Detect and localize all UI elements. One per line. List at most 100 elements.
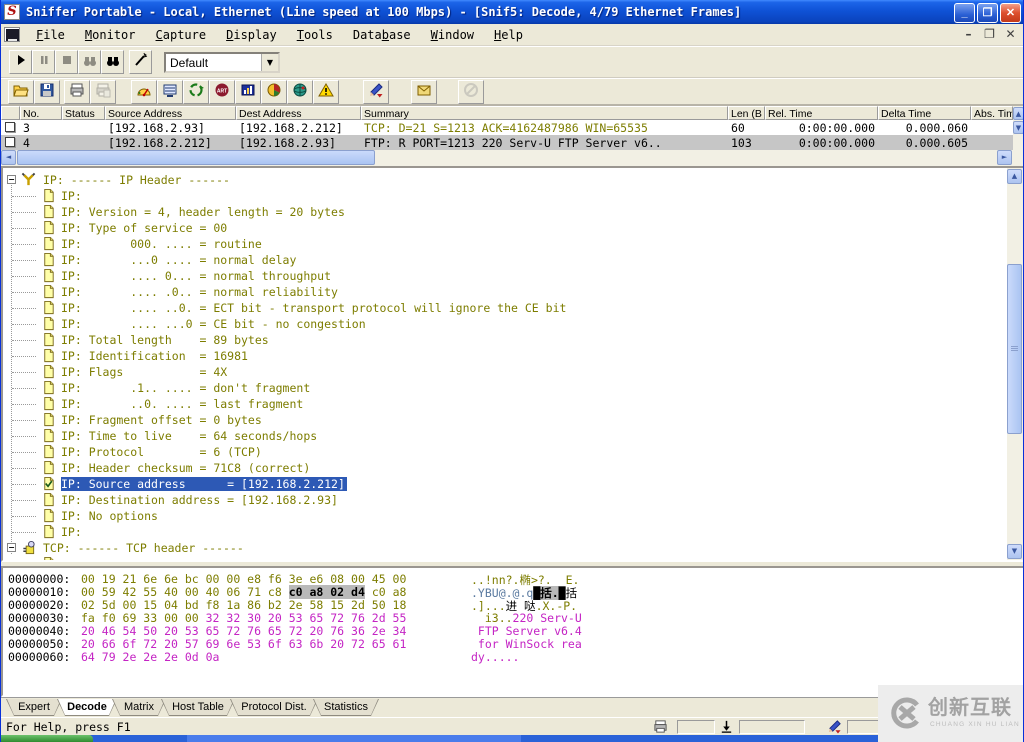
collapse-icon[interactable]: − (7, 543, 16, 552)
tab-decode[interactable]: Decode (57, 699, 117, 716)
column-header-status[interactable]: Status (62, 106, 105, 120)
chevron-down-icon[interactable]: ▼ (261, 54, 278, 71)
alarm-button[interactable] (313, 80, 339, 104)
packet-vscrollbar[interactable]: ▲ ▼ (1013, 106, 1023, 166)
save-file-button[interactable] (34, 80, 60, 104)
hex-row[interactable]: 00000030: fa f0 69 33 00 00 32 32 30 20 5… (3, 611, 1023, 625)
capture-brush-button[interactable] (363, 80, 389, 104)
dashboard-button[interactable] (131, 80, 157, 104)
scroll-left-icon[interactable]: ◄ (1, 150, 16, 165)
tree-line[interactable]: IP: Version = 4, header length = 20 byte… (3, 204, 1003, 220)
tab-protocol-dist-[interactable]: Protocol Dist. (230, 699, 318, 716)
pie-chart-button[interactable] (261, 80, 287, 104)
tree-line[interactable]: − TCP: ------ TCP header ------ (3, 540, 1003, 556)
mdi-minimize-button[interactable]: – (960, 27, 977, 42)
menu-help[interactable]: Help (484, 26, 533, 44)
mail-button[interactable] (411, 80, 437, 104)
hex-row[interactable]: 00000000: 00 19 21 6e 6e bc 00 00 e8 f6 3… (3, 572, 1023, 587)
tree-line[interactable]: IP: .... ..0. = ECT bit - transport prot… (3, 300, 1003, 316)
column-header-summary[interactable]: Summary (361, 106, 728, 120)
restore-button[interactable]: ❐ (977, 3, 998, 23)
hex-row[interactable]: 00000010: 00 59 42 55 40 00 40 06 71 c8 c… (3, 585, 1023, 600)
title-bar[interactable]: S Sniffer Portable - Local, Ethernet (Li… (1, 0, 1023, 24)
tree-line[interactable]: IP: .... 0... = normal throughput (3, 268, 1003, 284)
tab-expert[interactable]: Expert (6, 699, 62, 716)
menu-display[interactable]: Display (216, 26, 287, 44)
open-file-button[interactable] (8, 80, 34, 104)
tree-line[interactable]: IP: .... ...0 = CE bit - no congestion (3, 316, 1003, 332)
minimize-button[interactable]: _ (954, 3, 975, 23)
packet-row-4[interactable]: 4 [192.168.2.212] [192.168.2.93] FTP: R POR… (1, 135, 1013, 150)
tree-line[interactable]: IP: No options (3, 508, 1003, 524)
profile-combobox[interactable]: Default ▼ (164, 52, 280, 73)
menu-file[interactable]: File (26, 26, 75, 44)
hex-row[interactable]: 00000020: 02 5d 00 15 04 bd f8 1a 86 b2 2… (3, 598, 1023, 613)
tab-host-table[interactable]: Host Table (161, 699, 235, 716)
tree-line[interactable]: IP: (3, 524, 1003, 540)
tab-matrix[interactable]: Matrix (112, 699, 166, 716)
column-header-no-[interactable]: No. (20, 106, 62, 120)
column-header-delta-time[interactable]: Delta Time (878, 106, 971, 120)
vscroll-thumb[interactable] (1007, 264, 1022, 434)
tree-line[interactable] (3, 556, 1003, 560)
tree-line[interactable]: IP: Destination address = [192.168.2.93] (3, 492, 1003, 508)
tree-line[interactable]: IP: Protocol = 6 (TCP) (3, 444, 1003, 460)
column-header-select[interactable] (1, 106, 20, 120)
tree-line[interactable]: IP: .... .0.. = normal reliability (3, 284, 1003, 300)
hex-dump-pane[interactable]: 00000000: 00 19 21 6e 6e bc 00 00 e8 f6 3… (1, 566, 1023, 697)
column-header-source-address[interactable]: Source Address (105, 106, 236, 120)
scroll-up-icon[interactable]: ▲ (1013, 107, 1023, 120)
tree-line[interactable]: IP: ...0 .... = normal delay (3, 252, 1003, 268)
host-table-button[interactable] (157, 80, 183, 104)
tree-line[interactable]: IP: 000. .... = routine (3, 236, 1003, 252)
scroll-down-icon[interactable]: ▼ (1007, 544, 1022, 559)
tree-line[interactable]: − IP: ------ IP Header ------ (3, 172, 1003, 188)
tree-line[interactable]: IP: Header checksum = 71C8 (correct) (3, 460, 1003, 476)
column-header-len-b[interactable]: Len (B (728, 106, 765, 120)
column-header-abs-time[interactable]: Abs. Time (971, 106, 1013, 120)
define-filter-button[interactable] (129, 50, 152, 74)
tree-line[interactable]: IP: Time to live = 64 seconds/hops (3, 428, 1003, 444)
tree-line[interactable]: IP: Fragment offset = 0 bytes (3, 412, 1003, 428)
hex-row[interactable]: 00000050: 20 66 6f 72 20 57 69 6e 53 6f 6… (3, 637, 1023, 651)
column-header-rel-time[interactable]: Rel. Time (765, 106, 878, 120)
mdi-close-button[interactable]: ✕ (1002, 27, 1019, 42)
collapse-icon[interactable]: − (7, 175, 16, 184)
menu-window[interactable]: Window (421, 26, 484, 44)
matrix-button[interactable] (183, 80, 209, 104)
tree-line[interactable]: IP: ..0. .... = last fragment (3, 396, 1003, 412)
hscroll-thumb[interactable] (17, 150, 375, 165)
scroll-down-icon[interactable]: ▼ (1013, 121, 1023, 134)
column-header-dest-address[interactable]: Dest Address (236, 106, 361, 120)
menu-database[interactable]: Database (343, 26, 421, 44)
tab-statistics[interactable]: Statistics (313, 699, 379, 716)
document-icon[interactable] (4, 27, 20, 42)
tree-line[interactable]: IP: Type of service = 00 (3, 220, 1003, 236)
tree-line[interactable]: IP: Total length = 89 bytes (3, 332, 1003, 348)
tree-line[interactable]: IP: Flags = 4X (3, 364, 1003, 380)
search-button[interactable] (101, 50, 124, 74)
hex-row[interactable]: 00000040: 20 46 54 50 20 53 65 72 76 65 7… (3, 624, 1023, 638)
frame-checkbox[interactable] (5, 137, 15, 147)
packet-row-3[interactable]: 3 [192.168.2.93] [192.168.2.212] TCP: D=21 … (1, 120, 1013, 135)
mdi-restore-button[interactable]: ❐ (981, 27, 998, 42)
menu-monitor[interactable]: Monitor (75, 26, 146, 44)
globe-button[interactable] (287, 80, 313, 104)
tree-line[interactable]: IP: Identification = 16981 (3, 348, 1003, 364)
frame-checkbox[interactable] (5, 122, 15, 132)
art-button[interactable]: ART (209, 80, 235, 104)
scroll-right-icon[interactable]: ► (997, 150, 1012, 165)
start-capture-button[interactable] (9, 50, 32, 74)
scroll-up-icon[interactable]: ▲ (1007, 169, 1022, 184)
tree-line[interactable]: IP: .1.. .... = don't fragment (3, 380, 1003, 396)
taskbar-task[interactable] (187, 735, 521, 742)
tree-line[interactable]: IP: Source address = [192.168.2.212] (3, 476, 1003, 492)
packet-hscrollbar[interactable]: ◄ ► (1, 150, 1013, 166)
hex-row[interactable]: 00000060: 64 79 2e 2e 2e 0d 0a dy..... (3, 650, 1023, 664)
start-button[interactable] (1, 735, 93, 742)
decode-vscrollbar[interactable]: ▲ ▼ (1007, 168, 1023, 560)
print-button[interactable] (64, 80, 90, 104)
tree-line[interactable]: IP: (3, 188, 1003, 204)
menu-tools[interactable]: Tools (287, 26, 343, 44)
close-button[interactable]: ✕ (1000, 3, 1021, 23)
